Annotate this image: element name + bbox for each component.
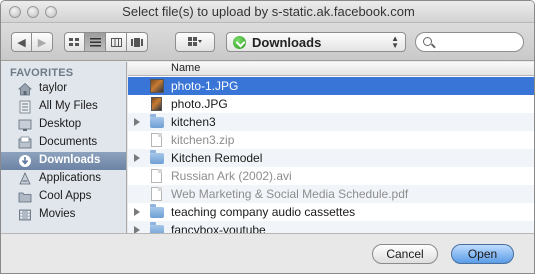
disclosure-triangle-icon[interactable]: [134, 208, 140, 216]
sidebar-item-all-my-files[interactable]: All My Files: [1, 98, 126, 116]
file-name: Russian Ark (2002).avi: [171, 169, 292, 183]
sidebar-item-label: taylor: [39, 82, 68, 94]
folder-icon: [150, 150, 164, 164]
column-header-label: Name: [171, 62, 201, 74]
list-view-icon[interactable]: [85, 32, 106, 52]
image-file-icon: [150, 79, 164, 93]
sidebar-item-label: Movies: [39, 208, 76, 220]
icon-view-icon[interactable]: [64, 32, 85, 52]
sidebar: FAVORITES taylor All My Files Desktop Do…: [1, 62, 127, 233]
video-file-icon: [151, 169, 162, 183]
disclosure-triangle-icon[interactable]: [134, 118, 140, 126]
file-row-kitchen3-zip: kitchen3.zip: [128, 131, 534, 149]
documents-icon: [18, 136, 32, 149]
file-name: Web Marketing & Social Media Schedule.pd…: [171, 187, 409, 201]
applications-icon: [19, 172, 31, 185]
zip-file-icon: [151, 133, 162, 147]
sidebar-item-taylor[interactable]: taylor: [1, 80, 126, 98]
back-forward-control: ◀ ▶: [11, 32, 53, 52]
sidebar-item-desktop[interactable]: Desktop: [1, 116, 126, 134]
file-name: kitchen3.zip: [171, 133, 235, 147]
file-row-kitchen3[interactable]: kitchen3: [128, 113, 534, 131]
pdf-file-icon: [151, 187, 162, 201]
search-icon: [423, 37, 432, 46]
file-row-kitchen-remodel[interactable]: Kitchen Remodel: [128, 149, 534, 167]
folder-icon: [150, 204, 164, 218]
file-name: teaching company audio cassettes: [171, 205, 356, 219]
sidebar-item-movies[interactable]: Movies: [1, 206, 126, 224]
disclosure-triangle-icon[interactable]: [134, 154, 140, 162]
sidebar-item-label: Downloads: [39, 154, 101, 166]
cancel-button[interactable]: Cancel: [372, 244, 438, 264]
file-list: Name photo-1.JPG photo.JPG kitchen3 kitc…: [128, 62, 534, 239]
search-input[interactable]: [415, 32, 524, 52]
title-bar[interactable]: Select file(s) to upload by s-static.ak.…: [1, 1, 534, 23]
folder-icon: [150, 114, 164, 128]
image-file-icon: [151, 97, 162, 111]
all-files-icon: [19, 100, 31, 114]
movies-icon: [19, 209, 31, 221]
sidebar-item-label: Documents: [39, 136, 98, 148]
desktop-icon: [18, 119, 32, 131]
column-header-name[interactable]: Name: [128, 62, 534, 76]
sidebar-item-label: Desktop: [39, 118, 82, 130]
dialog-button-bar: Cancel Open: [1, 233, 534, 273]
location-popup[interactable]: Downloads ▲ ▼: [226, 32, 406, 52]
downloads-icon: [19, 155, 31, 167]
downloads-location-icon: [233, 36, 246, 49]
sidebar-item-documents[interactable]: Documents: [1, 134, 126, 152]
file-open-dialog: Select file(s) to upload by s-static.ak.…: [0, 0, 535, 274]
back-arrow-icon[interactable]: ◀: [11, 32, 32, 52]
home-icon: [18, 82, 32, 96]
location-label: Downloads: [252, 35, 322, 50]
file-name: photo-1.JPG: [171, 79, 239, 93]
file-row-photo[interactable]: photo.JPG: [128, 95, 534, 113]
window-title: Select file(s) to upload by s-static.ak.…: [122, 4, 415, 19]
file-row-russian-ark: Russian Ark (2002).avi: [128, 167, 534, 185]
open-button[interactable]: Open: [451, 244, 514, 264]
column-view-icon[interactable]: [106, 32, 127, 52]
sidebar-item-downloads[interactable]: Downloads: [1, 152, 126, 170]
arrange-grid-icon: [188, 35, 202, 49]
file-row-web-marketing-pdf: Web Marketing & Social Media Schedule.pd…: [128, 185, 534, 203]
sidebar-item-label: Applications: [39, 172, 102, 184]
file-name: Kitchen Remodel: [171, 151, 263, 165]
coverflow-view-icon[interactable]: [127, 32, 148, 52]
sidebar-item-label: All My Files: [39, 100, 98, 112]
file-name: photo.JPG: [171, 97, 228, 111]
chevron-updown-icon: ▲ ▼: [391, 34, 399, 50]
file-row-teaching-company[interactable]: teaching company audio cassettes: [128, 203, 534, 221]
sidebar-item-label: Cool Apps: [39, 190, 92, 202]
file-name: kitchen3: [171, 115, 216, 129]
forward-arrow-icon[interactable]: ▶: [32, 32, 53, 52]
arrange-button[interactable]: [175, 32, 215, 52]
sidebar-item-applications[interactable]: Applications: [1, 170, 126, 188]
folder-icon: [18, 192, 32, 203]
sidebar-heading: FAVORITES: [10, 67, 74, 79]
file-row-photo-1[interactable]: photo-1.JPG: [128, 77, 534, 95]
view-mode-control: [64, 32, 148, 52]
sidebar-item-cool-apps[interactable]: Cool Apps: [1, 188, 126, 206]
